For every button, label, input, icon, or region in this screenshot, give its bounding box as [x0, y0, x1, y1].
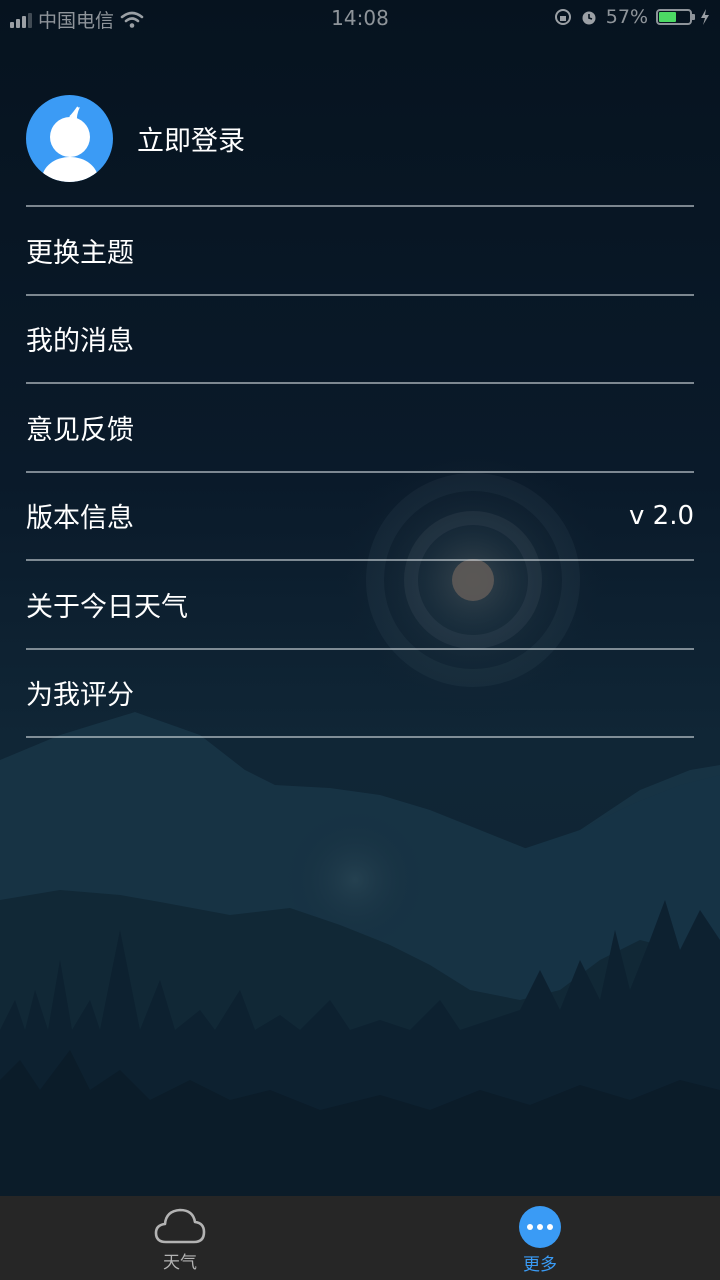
menu-item-my-messages[interactable]: 我的消息 [26, 296, 694, 383]
menu-item-label: 为我评分 [26, 680, 134, 712]
tab-bar: 天气 更多 [0, 1196, 720, 1280]
cloud-icon [154, 1208, 206, 1244]
menu-item-label: 我的消息 [26, 326, 134, 358]
status-bar: 中国电信 14:08 57% [0, 0, 720, 36]
menu-item-version-info[interactable]: 版本信息 v 2.0 [26, 473, 694, 560]
divider [26, 736, 694, 738]
menu-item-label: 更换主题 [26, 237, 134, 269]
tab-more[interactable]: 更多 [360, 1196, 720, 1280]
more-icon [519, 1206, 561, 1248]
alarm-icon [582, 11, 596, 25]
menu-item-label: 版本信息 [26, 503, 134, 535]
default-avatar-icon [42, 105, 98, 182]
menu-item-change-theme[interactable]: 更换主题 [26, 207, 694, 294]
login-row[interactable]: 立即登录 [26, 94, 694, 182]
charging-icon [701, 9, 709, 25]
battery-percent: 57% [605, 6, 648, 28]
status-right: 57% [554, 6, 710, 28]
menu-item-label: 意见反馈 [26, 414, 134, 446]
menu-item-feedback[interactable]: 意见反馈 [26, 384, 694, 471]
tab-more-label: 更多 [523, 1255, 557, 1275]
menu-item-about[interactable]: 关于今日天气 [26, 561, 694, 648]
login-label[interactable]: 立即登录 [137, 119, 245, 158]
settings-menu: 更换主题 我的消息 意见反馈 版本信息 v 2.0 关于今日天气 为我评分 [26, 205, 694, 738]
tab-weather-label: 天气 [163, 1253, 197, 1273]
menu-item-label: 关于今日天气 [26, 591, 188, 623]
battery-fill [659, 12, 677, 22]
version-value: v 2.0 [629, 500, 694, 531]
rotation-lock-icon [554, 9, 571, 25]
battery-icon [656, 9, 695, 25]
avatar[interactable] [26, 94, 113, 182]
tab-weather[interactable]: 天气 [0, 1196, 360, 1280]
menu-item-rate-app[interactable]: 为我评分 [26, 650, 694, 737]
